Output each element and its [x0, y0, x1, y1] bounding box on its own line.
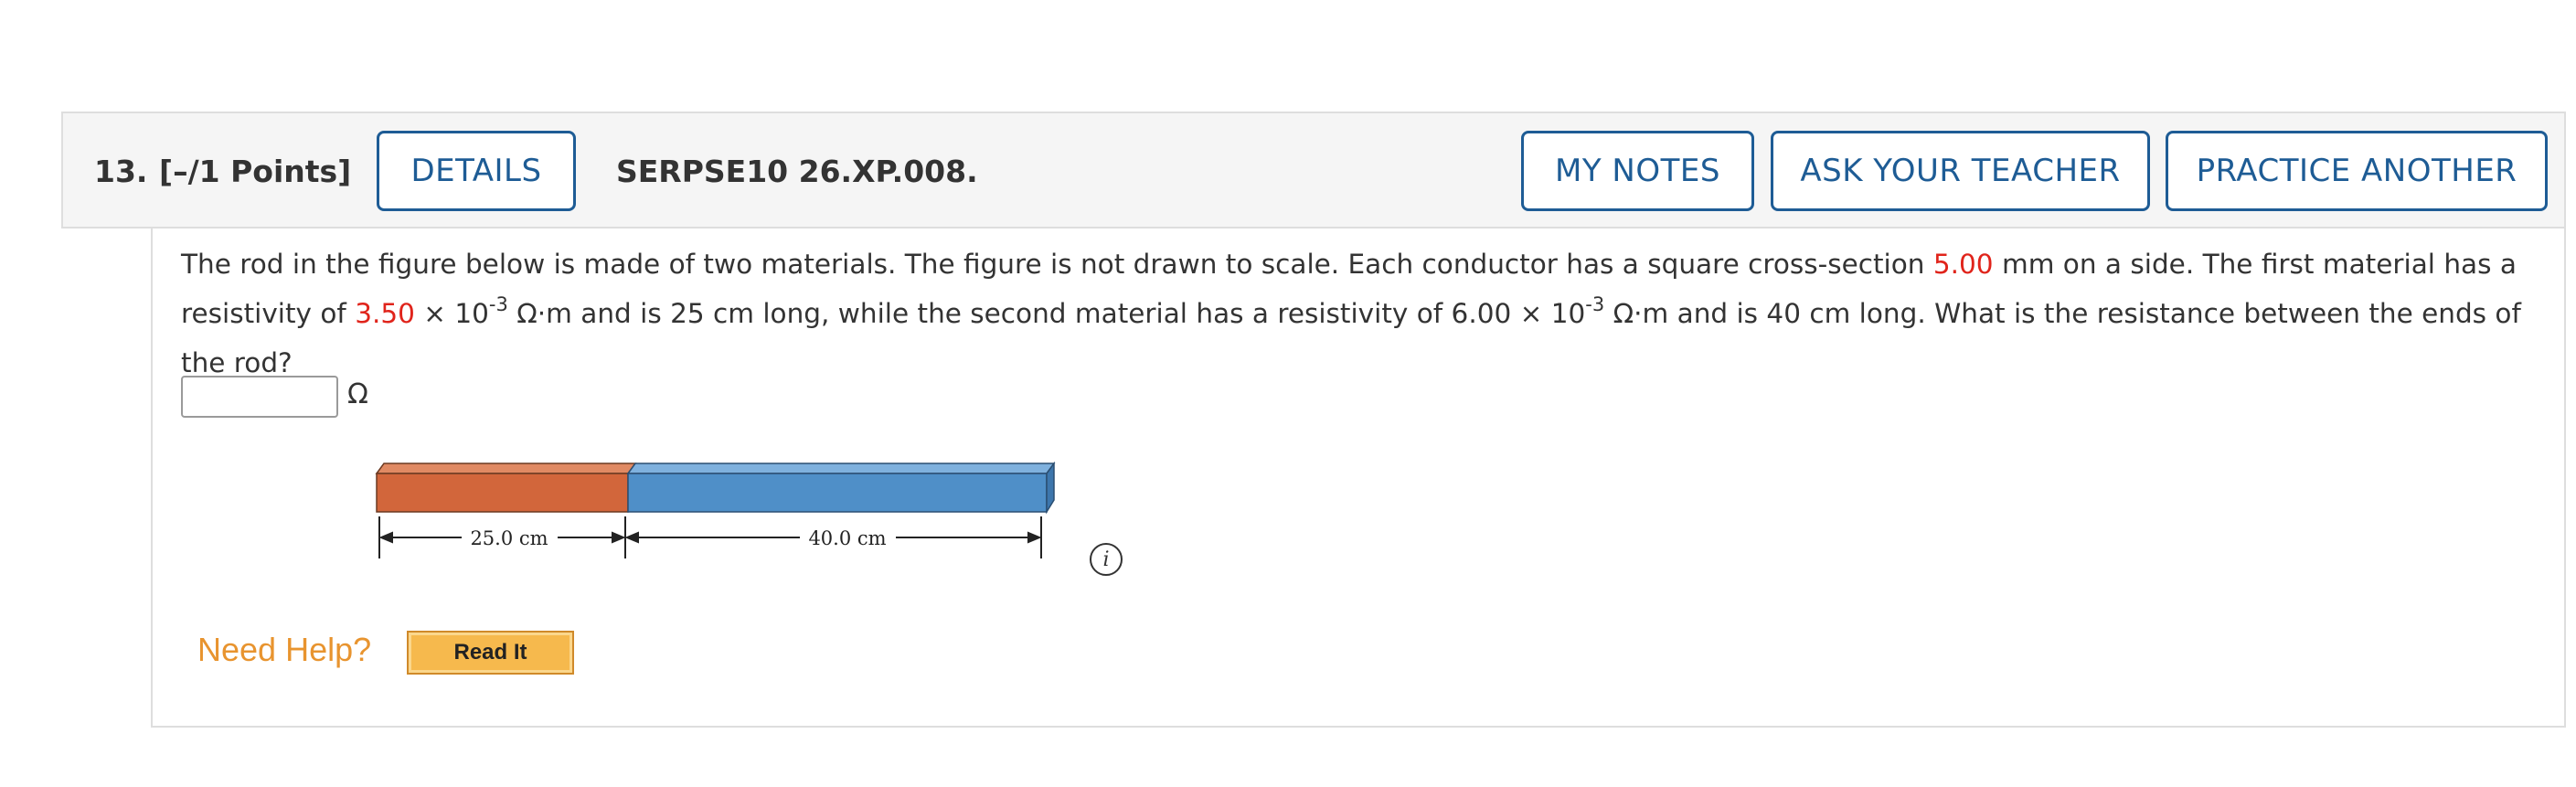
practice-another-button[interactable]: PRACTICE ANOTHER: [2166, 131, 2548, 211]
read-it-button[interactable]: Read It: [407, 631, 574, 675]
first-material-segment: [375, 463, 637, 513]
question-text-part: Ω·m and is 25 cm long, while the second …: [507, 298, 1586, 329]
resistance-answer-input[interactable]: [181, 376, 338, 418]
question-id: SERPSE10 26.XP.008.: [616, 154, 978, 189]
info-icon[interactable]: i: [1090, 543, 1123, 576]
first-length-label: 25.0 cm: [470, 527, 548, 549]
rod-figure: 25.0 cm 40.0 cm: [375, 461, 1056, 558]
question-points: [–/1 Points]: [159, 154, 352, 189]
question-header: 13. [–/1 Points] DETAILS SERPSE10 26.XP.…: [61, 112, 2566, 229]
exponent: -3: [488, 293, 508, 316]
ask-your-teacher-button[interactable]: ASK YOUR TEACHER: [1771, 131, 2150, 211]
question-number: 13.: [94, 154, 148, 189]
question-text-part: The rod in the figure below is made of t…: [181, 249, 1933, 280]
my-notes-button[interactable]: MY NOTES: [1521, 131, 1754, 211]
ohm-unit-label: Ω: [347, 378, 368, 410]
details-button[interactable]: DETAILS: [377, 131, 576, 211]
resistivity-1-value: 3.50: [355, 298, 415, 329]
side-length-value: 5.00: [1932, 249, 1994, 280]
exponent: -3: [1585, 293, 1605, 316]
second-material-segment: [626, 461, 1056, 515]
second-length-label: 40.0 cm: [808, 527, 886, 549]
question-text: The rod in the figure below is made of t…: [181, 239, 2539, 388]
question-text-part: × 10: [414, 298, 489, 329]
need-help-label: Need Help?: [197, 631, 372, 668]
